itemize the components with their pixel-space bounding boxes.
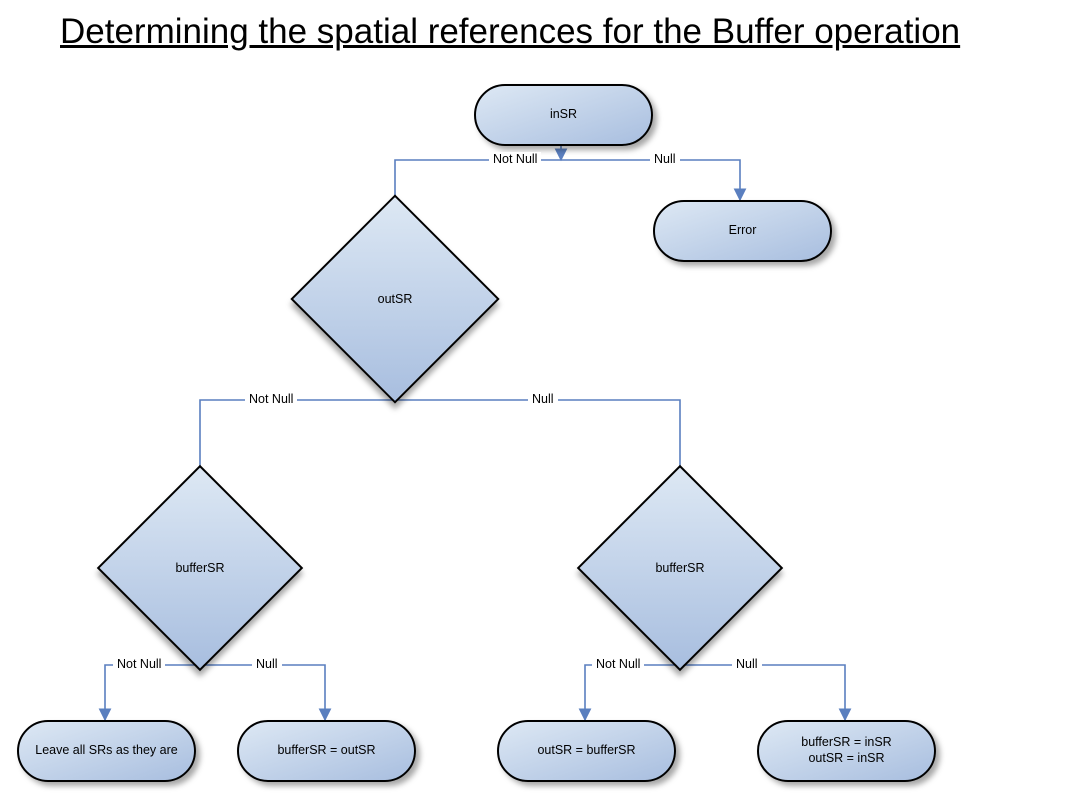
- node-outsr-label: outSR: [378, 292, 413, 306]
- edge-insr-null: Null: [650, 152, 680, 166]
- edge-outsr-notnull: Not Null: [245, 392, 297, 406]
- node-buf-in-out-in-l2: outSR = inSR: [808, 751, 884, 765]
- edge-bufright-null: Null: [732, 657, 762, 671]
- node-error: Error: [653, 200, 832, 262]
- node-insr-label: inSR: [550, 107, 577, 123]
- node-out-eq-buf-label: outSR = bufferSR: [537, 743, 635, 759]
- node-buffersr-right-label: bufferSR: [655, 561, 704, 575]
- node-outsr: outSR: [321, 225, 469, 373]
- node-out-eq-buf: outSR = bufferSR: [497, 720, 676, 782]
- diagram-stage: Determining the spatial references for t…: [0, 0, 1088, 807]
- node-buffersr-right: bufferSR: [607, 495, 753, 641]
- node-buffersr-left-label: bufferSR: [175, 561, 224, 575]
- edge-outsr-null: Null: [528, 392, 558, 406]
- edge-bufleft-notnull: Not Null: [113, 657, 165, 671]
- node-buf-in-out-in: bufferSR = inSR outSR = inSR: [757, 720, 936, 782]
- node-buf-in-out-in-l1: bufferSR = inSR: [801, 735, 891, 749]
- node-leave-all: Leave all SRs as they are: [17, 720, 196, 782]
- node-buf-eq-out-label: bufferSR = outSR: [277, 743, 375, 759]
- node-buffersr-left: bufferSR: [127, 495, 273, 641]
- edge-insr-notnull: Not Null: [489, 152, 541, 166]
- page-title: Determining the spatial references for t…: [60, 12, 960, 52]
- edge-bufleft-null: Null: [252, 657, 282, 671]
- node-insr: inSR: [474, 84, 653, 146]
- node-leave-all-label: Leave all SRs as they are: [35, 743, 177, 759]
- node-buf-in-out-in-label: bufferSR = inSR outSR = inSR: [801, 735, 891, 766]
- edge-bufright-notnull: Not Null: [592, 657, 644, 671]
- node-buf-eq-out: bufferSR = outSR: [237, 720, 416, 782]
- node-error-label: Error: [729, 223, 757, 239]
